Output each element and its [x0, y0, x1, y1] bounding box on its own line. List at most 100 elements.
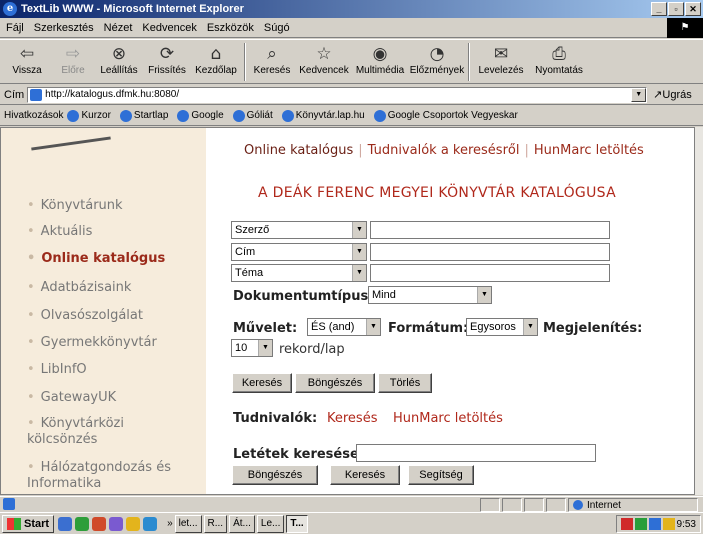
holdings-help-button[interactable]: Segítség — [408, 465, 474, 485]
search-button[interactable]: ⌕ Keresés — [248, 40, 296, 84]
history-button[interactable]: ◔ Előzmények — [408, 40, 466, 84]
search-submit-button[interactable]: Keresés — [232, 373, 292, 393]
format-select[interactable]: Egysoros ▼ — [466, 318, 538, 336]
sidebar-item-konyvtarkozi[interactable]: • Könyvtárközi kölcsönzés — [27, 416, 147, 448]
status-cell — [546, 498, 566, 512]
menu-help[interactable]: Súgó — [264, 22, 290, 34]
close-button[interactable]: ✕ — [685, 2, 701, 16]
page-icon — [30, 88, 43, 101]
more-chevron-icon[interactable]: » — [167, 518, 173, 529]
quick-launch-icon[interactable] — [75, 516, 90, 531]
tray-icon[interactable] — [620, 518, 633, 530]
back-button[interactable]: ⇦ Vissza — [2, 40, 52, 84]
favorites-button[interactable]: ☆ Kedvencek — [296, 40, 352, 84]
media-button[interactable]: ◉ Multimédia — [352, 40, 408, 84]
doctype-select[interactable]: Mind ▼ — [368, 286, 492, 304]
system-tray: 9:53 — [615, 515, 701, 533]
toplink-tudnivalok[interactable]: Tudnivalók a keresésről — [368, 143, 520, 158]
info-hunmarc-link[interactable]: HunMarc letöltés — [393, 411, 503, 426]
status-cell — [480, 498, 500, 512]
tray-icon[interactable] — [634, 518, 647, 530]
sidebar-item-online-katalogus[interactable]: • Online katalógus — [27, 251, 165, 267]
holdings-search-button[interactable]: Keresés — [330, 465, 400, 485]
holdings-label: Letétek keresése: — [233, 447, 364, 462]
browse-button[interactable]: Böngészés — [295, 373, 375, 393]
link-kurzor[interactable]: Kurzor — [63, 109, 111, 122]
clear-button[interactable]: Törlés — [378, 373, 432, 393]
print-button[interactable]: ⎙ Nyomtatás — [530, 40, 588, 84]
toplink-hunmarc[interactable]: HunMarc letöltés — [534, 143, 644, 158]
page-title: A DEÁK FERENC MEGYEI KÖNYVTÁR KATALÓGUSA — [258, 185, 616, 201]
info-label: Tudnivalók: — [233, 411, 318, 426]
bullet-icon: • — [27, 335, 35, 350]
menu-tools[interactable]: Eszközök — [207, 22, 254, 34]
menu-favorites[interactable]: Kedvencek — [142, 22, 196, 34]
operation-select[interactable]: ÉS (and) ▼ — [307, 318, 381, 336]
go-button[interactable]: ↗Ugrás — [653, 88, 692, 101]
search-input-2[interactable] — [370, 243, 610, 261]
main-panel: Online katalógus | Tudnivalók a keresésről… — [206, 128, 694, 494]
display-count-select[interactable]: 10 ▼ — [231, 339, 273, 357]
taskbar-item[interactable]: R... — [203, 514, 228, 533]
holdings-search-input[interactable] — [356, 444, 596, 462]
windows-flag-icon: ⚑ — [667, 18, 703, 38]
ie-page-icon — [67, 109, 80, 122]
security-zone: Internet — [568, 498, 698, 512]
address-bar: Cím http://katalogus.dfmk.hu:8080/ ▼ ↗Ug… — [0, 85, 703, 105]
sidebar-item-halozatgondozas[interactable]: • Hálózatgondozás és Informatika — [27, 460, 187, 492]
refresh-button[interactable]: ⟳ Frissítés — [144, 40, 190, 84]
history-icon: ◔ — [429, 44, 445, 64]
link-konyvtar-lap[interactable]: Könyvtár.lap.hu — [278, 109, 365, 122]
home-button[interactable]: ⌂ Kezdőlap — [190, 40, 242, 84]
sidebar-item-aktualis[interactable]: • Aktuális — [27, 224, 92, 240]
info-search-link[interactable]: Keresés — [327, 411, 377, 426]
link-google-csoportok[interactable]: Google Csoportok Vegyeskar — [370, 109, 518, 122]
sidebar-item-olvasoszolgalat[interactable]: • Olvasószolgálat — [27, 308, 143, 324]
stop-button[interactable]: ⊗ Leállítás — [94, 40, 144, 84]
ie-page-icon — [373, 109, 386, 122]
minimize-button[interactable]: _ — [651, 2, 667, 16]
sidebar-item-gatewayuk[interactable]: • GatewayUK — [27, 390, 116, 406]
quick-launch-icon[interactable] — [143, 516, 158, 531]
link-google[interactable]: Google — [173, 109, 224, 122]
taskbar-item-active[interactable]: T... — [286, 514, 308, 533]
clock: 9:53 — [676, 518, 696, 530]
maximize-button[interactable]: ▫ — [668, 2, 684, 16]
sidebar-item-libinfo[interactable]: • LibInfO — [27, 362, 87, 378]
sidebar-item-gyermekkonyvtar[interactable]: • Gyermekkönyvtár — [27, 335, 157, 351]
search-field-select-3[interactable]: Téma ▼ — [231, 264, 367, 282]
forward-button[interactable]: ⇨ Előre — [52, 40, 94, 84]
quick-launch-icon[interactable] — [58, 516, 73, 531]
tray-icon[interactable] — [648, 518, 661, 530]
search-input-3[interactable] — [370, 264, 610, 282]
menu-view[interactable]: Nézet — [104, 22, 133, 34]
stop-icon: ⊗ — [111, 44, 127, 64]
taskbar-item[interactable]: Le... — [256, 514, 285, 533]
tray-icon[interactable] — [662, 518, 675, 530]
taskbar-item[interactable]: Át... — [229, 514, 255, 533]
vertical-scrollbar[interactable] — [695, 127, 703, 495]
taskbar-item[interactable]: let... — [174, 514, 202, 533]
toolbar-separator — [244, 43, 246, 81]
link-goliat[interactable]: Góliát — [229, 109, 273, 122]
menu-file[interactable]: Fájl — [6, 22, 24, 34]
start-button[interactable]: Start — [2, 514, 55, 533]
toplink-online-katalogus[interactable]: Online katalógus — [244, 143, 353, 158]
address-dropdown-button[interactable]: ▼ — [631, 87, 647, 102]
window-titlebar[interactable]: e TextLib WWW - Microsoft Internet Explo… — [0, 0, 703, 18]
mail-button[interactable]: ✉ Levelezés — [472, 40, 530, 84]
address-input[interactable]: http://katalogus.dfmk.hu:8080/ ▼ — [27, 86, 648, 103]
quick-launch-icon[interactable] — [109, 516, 124, 531]
bullet-icon: • — [27, 460, 35, 475]
sidebar-item-adatbazisaink[interactable]: • Adatbázisaink — [27, 280, 131, 296]
standard-toolbar: ⇦ Vissza ⇨ Előre ⊗ Leállítás ⟳ Frissítés… — [0, 39, 703, 84]
link-startlap[interactable]: Startlap — [116, 109, 168, 122]
quick-launch-icon[interactable] — [92, 516, 107, 531]
sidebar-item-konyvtarunk[interactable]: • Könyvtárunk — [27, 198, 123, 214]
menu-edit[interactable]: Szerkesztés — [34, 22, 94, 34]
search-field-select-1[interactable]: Szerző ▼ — [231, 221, 367, 239]
holdings-browse-button[interactable]: Böngészés — [232, 465, 318, 485]
search-input-1[interactable] — [370, 221, 610, 239]
quick-launch-icon[interactable] — [126, 516, 141, 531]
search-field-select-2[interactable]: Cím ▼ — [231, 243, 367, 261]
